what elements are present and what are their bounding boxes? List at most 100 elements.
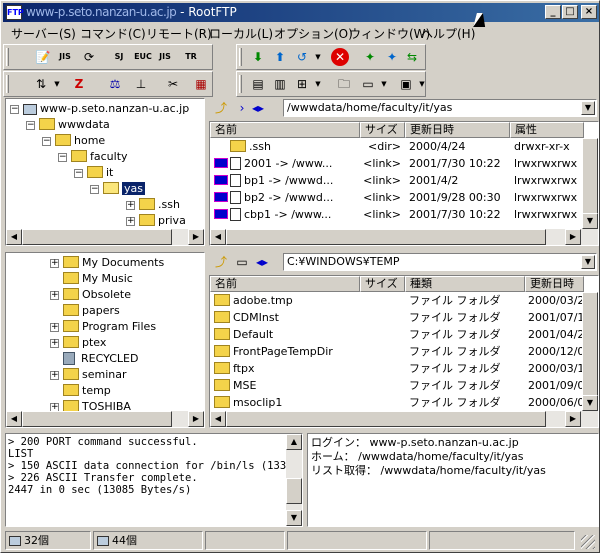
horizontal-scrollbar[interactable]: ◀ ▶	[210, 229, 598, 245]
column-header-attr[interactable]: 属性	[510, 122, 584, 138]
tree-node[interactable]: + ptex	[50, 335, 106, 351]
tree-node-yas[interactable]: − yas	[90, 181, 145, 197]
book-icon[interactable]: ▦	[192, 75, 210, 93]
resize-grip-icon[interactable]	[581, 535, 595, 549]
tree-node-ssh[interactable]: + .ssh	[126, 197, 180, 213]
zone-icon[interactable]: Z	[70, 75, 88, 93]
chevron-down-icon[interactable]: ▼	[581, 255, 595, 269]
scroll-thumb[interactable]	[582, 292, 598, 396]
toolbar-grip[interactable]	[6, 75, 9, 93]
filter-icon[interactable]: ⊥	[132, 75, 150, 93]
tree-node-server[interactable]: − www-p.seto.nanzan-u.ac.jp	[10, 101, 189, 117]
remote-tree-pane[interactable]: − www-p.seto.nanzan-u.ac.jp − wwwdata − hom…	[5, 98, 205, 246]
scroll-left-icon[interactable]: ◀	[6, 229, 22, 245]
table-row[interactable]: FrontPageTempDir ファイル フォルダ 2000/12/0	[210, 344, 584, 360]
tree-node[interactable]: + seminar	[50, 367, 127, 383]
tree-node-priva[interactable]: + priva	[126, 213, 186, 229]
column-header-date[interactable]: 更新日時	[525, 276, 584, 292]
table-row[interactable]: adobe.tmp ファイル フォルダ 2000/03/2	[210, 293, 584, 309]
remote-file-list[interactable]: 名前 サイズ 更新日時 属性 .ssh <dir> 2000/4/24 drwxr-x…	[209, 121, 599, 246]
scroll-thumb[interactable]	[286, 478, 302, 504]
info-pane[interactable]: ログイン： www-p.seto.nanzan-u.ac.jp ホーム： /www…	[307, 433, 599, 527]
horizontal-scrollbar[interactable]: ◀ ▶	[210, 411, 598, 427]
table-row[interactable]: msoclip1 ファイル フォルダ 2000/06/0	[210, 395, 584, 411]
log-pane[interactable]: > 200 PORT command successful. LIST > 150 …	[5, 433, 303, 527]
scroll-down-icon[interactable]: ▼	[582, 213, 598, 229]
horizontal-scrollbar[interactable]: ◀ ▶	[6, 229, 204, 245]
tree-node-faculty[interactable]: − faculty	[58, 149, 128, 165]
table-row[interactable]: MSE ファイル フォルダ 2001/09/0	[210, 378, 584, 394]
expand-icon[interactable]: +	[50, 322, 59, 332]
horizontal-scrollbar[interactable]: ◀ ▶	[6, 411, 204, 427]
scroll-right-icon[interactable]: ▶	[565, 411, 581, 427]
dropdown-arrow-icon[interactable]: ▼	[375, 75, 393, 93]
toolbar-grip[interactable]	[239, 48, 242, 66]
menu-remote[interactable]: リモート(R)	[146, 25, 212, 42]
menu-help[interactable]: ヘルプ(H)	[421, 25, 475, 42]
download-icon[interactable]: ⬇	[249, 48, 267, 66]
refresh-icon[interactable]: ⟳	[80, 48, 98, 66]
scroll-left-icon[interactable]: ◀	[210, 229, 226, 245]
remote-path-input[interactable]: /wwwdata/home/faculty/it/yas ▼	[283, 99, 597, 117]
tree-node-it[interactable]: − it	[74, 165, 113, 181]
euc-icon[interactable]: EUC	[134, 48, 152, 66]
dropdown-arrow-icon[interactable]: ▼	[309, 48, 327, 66]
scroll-down-icon[interactable]: ▼	[286, 510, 302, 526]
text-mode-icon[interactable]: TR	[182, 48, 200, 66]
computer-icon[interactable]: ▭	[233, 253, 251, 271]
column-header-size[interactable]: サイズ	[360, 122, 405, 138]
chevron-down-icon[interactable]: ▼	[581, 101, 595, 115]
expand-icon[interactable]: +	[50, 258, 59, 268]
expand-icon[interactable]: +	[126, 200, 135, 210]
menu-window[interactable]: ウィンドウ(W)	[349, 25, 430, 42]
toolbar-grip[interactable]	[6, 48, 9, 66]
expand-icon[interactable]: +	[126, 216, 135, 226]
scroll-right-icon[interactable]: ▶	[565, 229, 581, 245]
vertical-scrollbar[interactable]: ▲ ▼	[286, 434, 302, 526]
menu-options[interactable]: オプション(O)	[274, 25, 353, 42]
table-row[interactable]: .ssh <dir> 2000/4/24 drwxr-xr-x	[210, 139, 582, 155]
tree-node[interactable]: + Obsolete	[50, 287, 131, 303]
dropdown-arrow-icon[interactable]: ▼	[48, 75, 66, 93]
table-row[interactable]: Default ファイル フォルダ 2001/04/2	[210, 327, 584, 343]
menu-command[interactable]: コマンド(C)	[80, 25, 146, 42]
cut-icon[interactable]: ✂	[164, 75, 182, 93]
column-header-size[interactable]: サイズ	[360, 276, 405, 292]
collapse-icon[interactable]: −	[58, 152, 67, 162]
properties-icon[interactable]: 📝	[34, 48, 52, 66]
scroll-thumb[interactable]	[226, 411, 546, 427]
expand-icon[interactable]: +	[50, 338, 59, 348]
tree-node[interactable]: + My Documents	[50, 255, 164, 271]
collapse-icon[interactable]: −	[90, 184, 99, 194]
sync-up-icon[interactable]: ✦	[383, 48, 401, 66]
sjis-icon[interactable]: SJ	[110, 48, 128, 66]
minimize-button[interactable]: _	[545, 5, 561, 19]
collapse-icon[interactable]: −	[10, 104, 19, 114]
scroll-thumb[interactable]	[22, 229, 172, 245]
menu-server[interactable]: サーバー(S)	[11, 25, 76, 42]
table-row[interactable]: bp2 -> /wwwd... <link> 2001/9/28 00:30 lrwx…	[210, 190, 582, 206]
scroll-down-icon[interactable]: ▼	[582, 395, 598, 411]
scroll-thumb[interactable]	[226, 229, 546, 245]
balance-icon[interactable]: ⚖	[106, 75, 124, 93]
parent-folder-icon[interactable]: ⤴	[211, 253, 231, 271]
dropdown-arrow-icon[interactable]: ▼	[309, 75, 327, 93]
new-folder-icon[interactable]: 🗀	[335, 75, 353, 93]
expand-icon[interactable]: +	[50, 290, 59, 300]
sync-down-icon[interactable]: ✦	[361, 48, 379, 66]
table-row[interactable]: bp1 -> /wwwd... <link> 2001/4/2 lrwxrwxrwx	[210, 173, 582, 189]
column-header-type[interactable]: 種類	[405, 276, 525, 292]
toolbar-grip[interactable]	[239, 75, 242, 93]
jis-code-icon[interactable]: JIS	[156, 48, 174, 66]
local-path-input[interactable]: C:¥WINDOWS¥TEMP ▼	[283, 253, 597, 271]
collapse-icon[interactable]: −	[74, 168, 83, 178]
tree-node-wwwdata[interactable]: − wwwdata	[26, 117, 110, 133]
table-row[interactable]: 2001 -> /www... <link> 2001/7/30 10:22 lrwx…	[210, 156, 582, 172]
mirror-icon[interactable]: ⇆	[403, 48, 421, 66]
title-bar[interactable]: FTP www-p.seto.nanzan-u.ac.jp - RootFTP …	[3, 3, 599, 22]
view-detail-icon[interactable]: ▥	[271, 75, 289, 93]
history-icon[interactable]: ◂▸	[249, 99, 267, 117]
vertical-scrollbar[interactable]: ▼	[582, 138, 598, 229]
stop-icon[interactable]: ✕	[331, 48, 349, 66]
local-tree-pane[interactable]: + My Documents My Music + Obsolete papers + Pro…	[5, 252, 205, 428]
